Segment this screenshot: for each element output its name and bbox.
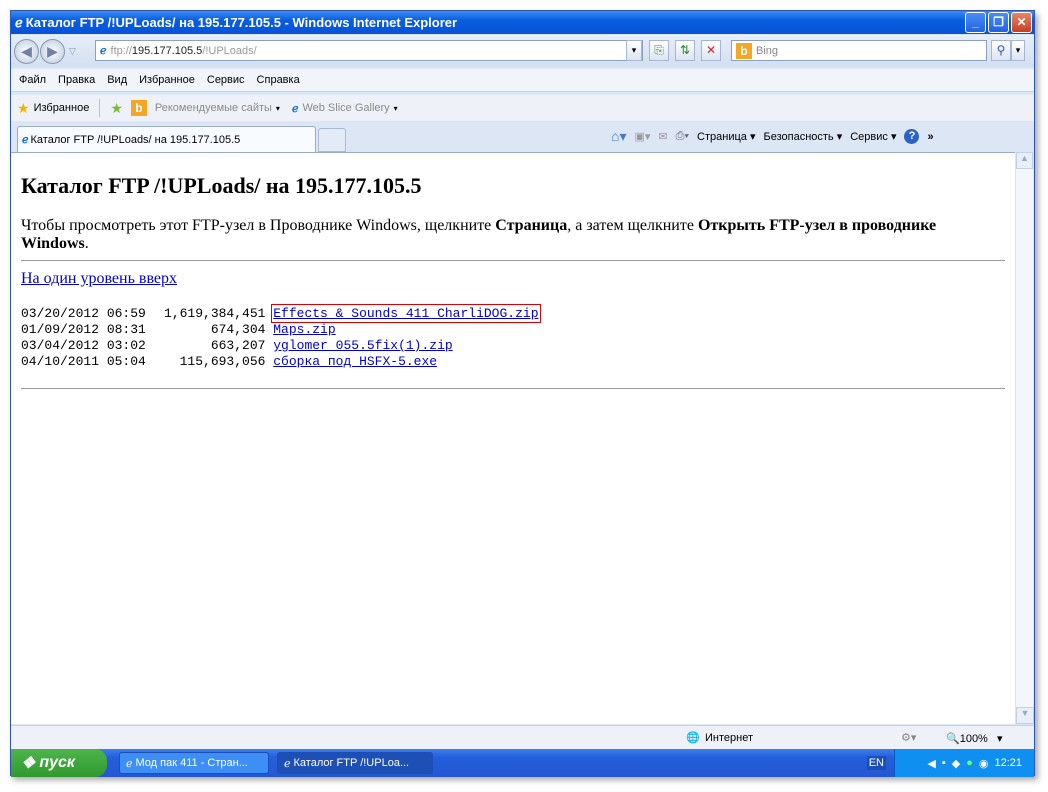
new-tab-button[interactable] <box>318 128 346 152</box>
file-link[interactable]: сборка под HSFX-5.exe <box>273 354 437 369</box>
close-button[interactable]: ✕ <box>1011 12 1032 33</box>
read-mail-icon[interactable]: ✉ <box>658 130 667 143</box>
bing-icon: b <box>736 42 752 59</box>
window-title: Каталог FTP /!UPLoads/ на 195.177.105.5 … <box>25 15 458 30</box>
taskbar-item[interactable]: ℯ Мод пак 411 - Стран... <box>119 752 269 774</box>
security-icon[interactable]: ● <box>966 757 973 769</box>
file-link[interactable]: Maps.zip <box>273 322 335 337</box>
globe-icon: 🌐 <box>686 732 700 744</box>
add-favorite-icon[interactable]: ★ <box>110 100 123 117</box>
divider <box>21 260 1005 261</box>
scroll-down-button[interactable]: ▼ <box>1016 707 1034 724</box>
taskbar: ❖ пуск ℯ Мод пак 411 - Стран... ℯ Каталог F… <box>11 749 1034 777</box>
command-bar: ⌂▾ ▣▾ ✉ ⎙▾ Страница ▾ Безопасность ▾ Сер… <box>611 128 934 145</box>
protected-mode-icon[interactable]: ⚙▾ <box>901 731 916 744</box>
minimize-button[interactable]: _ <box>965 12 986 33</box>
clock: 12:21 <box>994 757 1022 769</box>
search-options-button[interactable]: ▾ <box>1011 40 1025 61</box>
page-content: Каталог FTP /!UPLoads/ на 195.177.105.5 … <box>11 152 1015 724</box>
safety-menu[interactable]: Безопасность ▾ <box>763 130 842 143</box>
divider <box>21 388 1005 389</box>
print-icon[interactable]: ⎙▾ <box>676 130 689 143</box>
refresh-icon[interactable]: ⇅ <box>675 40 695 61</box>
restore-button[interactable]: ❐ <box>988 12 1009 33</box>
address-row: ◀ ▶ ▽ ℯ ftp://195.177.105.5/!UPLoads/ ▾ … <box>11 35 1034 67</box>
ie-page-icon: ℯ <box>22 134 29 146</box>
menu-file[interactable]: Файл <box>19 74 46 86</box>
menu-view[interactable]: Вид <box>107 74 127 86</box>
home-icon[interactable]: ⌂▾ <box>611 128 626 145</box>
ie-logo-icon: ℯ <box>15 14 23 30</box>
show-hidden-icons-button[interactable]: ◀ <box>927 757 935 770</box>
compatibility-view-icon[interactable]: ⎘ <box>649 40 669 61</box>
address-input[interactable]: ℯ ftp://195.177.105.5/!UPLoads/ <box>95 40 643 61</box>
ie-window: ℯ Каталог FTP /!UPLoads/ на 195.177.105.… <box>10 10 1035 777</box>
bing-icon: b <box>130 100 147 116</box>
status-bar: 🌐 Интернет ⚙▾ 🔍100% ▾ <box>11 725 1034 749</box>
search-input[interactable]: b Bing <box>731 40 987 61</box>
menu-edit[interactable]: Правка <box>58 74 95 86</box>
tray-app-icon[interactable]: ◆ <box>952 757 960 770</box>
menu-bar: Файл Правка Вид Избранное Сервис Справка <box>11 69 1034 92</box>
forward-button[interactable]: ▶ <box>40 38 65 64</box>
start-button[interactable]: ❖ пуск <box>11 749 107 777</box>
menu-tools[interactable]: Сервис <box>207 74 245 86</box>
file-list: 03/20/2012 06:59 1,619,384,451 Effects &… <box>21 304 541 369</box>
windows-logo-icon: ❖ <box>21 755 36 772</box>
menu-favorites[interactable]: Избранное <box>139 74 195 86</box>
chevron-more-icon[interactable]: » <box>927 131 933 143</box>
favorites-bar: ★ Избранное ★ b Рекомендуемые сайты ▾ ℯ W… <box>11 95 1034 121</box>
title-bar: ℯ Каталог FTP /!UPLoads/ на 195.177.105.… <box>11 11 1034 34</box>
address-dropdown-button[interactable]: ▾ <box>626 40 642 61</box>
tab-row: ℯ Каталог FTP /!UPLoads/ на 195.177.105.… <box>11 122 1034 152</box>
divider <box>99 99 101 117</box>
suggested-sites-link[interactable]: Рекомендуемые сайты <box>155 102 272 114</box>
back-button[interactable]: ◀ <box>14 38 39 64</box>
help-icon[interactable]: ? <box>904 129 920 144</box>
file-link[interactable]: Effects & Sounds_411_CharliDOG.zip <box>271 304 541 323</box>
stop-icon[interactable]: ✕ <box>701 40 721 61</box>
menu-help[interactable]: Справка <box>257 74 300 86</box>
tools-menu[interactable]: Сервис ▾ <box>850 130 896 143</box>
page-title: Каталог FTP /!UPLoads/ на 195.177.105.5 <box>21 173 422 198</box>
file-link[interactable]: yglomer_055.5fix(1).zip <box>273 338 452 353</box>
scroll-up-button[interactable]: ▲ <box>1016 152 1033 169</box>
network-icon[interactable]: ▪ <box>942 757 946 769</box>
system-tray: ◀ ▪ ◆ ● ◉ 12:21 <box>894 749 1034 777</box>
vertical-scrollbar[interactable]: ▲ ▼ <box>1015 152 1034 724</box>
page-icon: ℯ <box>100 45 107 57</box>
page-menu[interactable]: Страница ▾ <box>697 130 755 143</box>
language-indicator[interactable]: EN <box>866 756 886 770</box>
tab-current[interactable]: ℯ Каталог FTP /!UPLoads/ на 195.177.105.… <box>17 126 316 152</box>
favorites-button[interactable]: Избранное <box>34 102 90 114</box>
zone-label: Интернет <box>705 732 753 744</box>
feeds-icon[interactable]: ▣▾ <box>634 130 650 143</box>
star-icon: ★ <box>17 99 30 116</box>
history-dropdown-icon[interactable]: ▽ <box>69 46 76 57</box>
parent-directory-link[interactable]: На один уровень вверх <box>21 270 1005 288</box>
intro-text: Чтобы просмотреть этот FTP-узел в Провод… <box>21 217 937 252</box>
taskbar-item-active[interactable]: ℯ Каталог FTP /!UPLoa... <box>277 752 433 774</box>
search-button[interactable]: ⚲ <box>991 40 1011 61</box>
web-slice-gallery-link[interactable]: Web Slice Gallery <box>302 102 389 114</box>
tray-clock-icon[interactable]: ◉ <box>979 757 989 770</box>
zoom-control[interactable]: 🔍100% ▾ <box>946 732 1003 745</box>
web-slice-icon: ℯ <box>291 102 299 115</box>
